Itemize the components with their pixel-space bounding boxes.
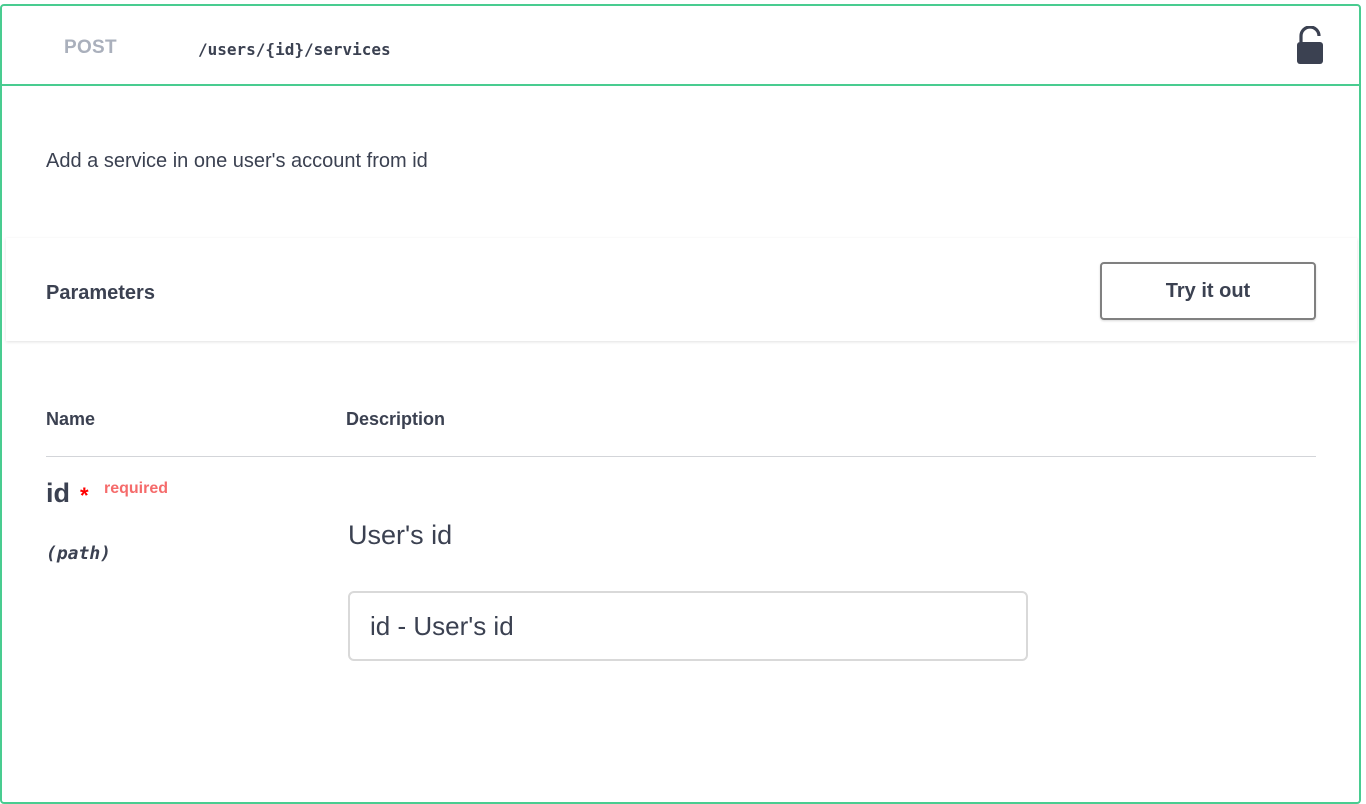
parameter-description: User's id bbox=[348, 520, 453, 550]
operation-block: POST /users/{id}/services bbox=[0, 4, 1361, 804]
table-header-divider bbox=[46, 456, 1316, 457]
unlocked-padlock-icon[interactable] bbox=[1297, 25, 1323, 66]
parameter-name: id bbox=[46, 478, 70, 508]
parameters-header: Parameters Try it out bbox=[6, 238, 1357, 341]
parameters-title: Parameters bbox=[46, 282, 155, 304]
endpoint-path: /users/{id}/services bbox=[198, 40, 391, 59]
operation-description: Add a service in one user's account from… bbox=[46, 150, 428, 172]
http-method-badge: POST bbox=[64, 37, 117, 58]
required-label: required bbox=[104, 480, 169, 497]
try-it-out-button[interactable]: Try it out bbox=[1100, 262, 1316, 320]
id-parameter-input[interactable] bbox=[348, 591, 1028, 661]
required-star-icon: * bbox=[80, 483, 89, 508]
column-header-name: Name bbox=[46, 409, 96, 429]
parameter-location: (path) bbox=[46, 543, 112, 564]
operation-summary[interactable]: POST /users/{id}/services bbox=[2, 6, 1359, 86]
column-header-description: Description bbox=[346, 409, 446, 429]
